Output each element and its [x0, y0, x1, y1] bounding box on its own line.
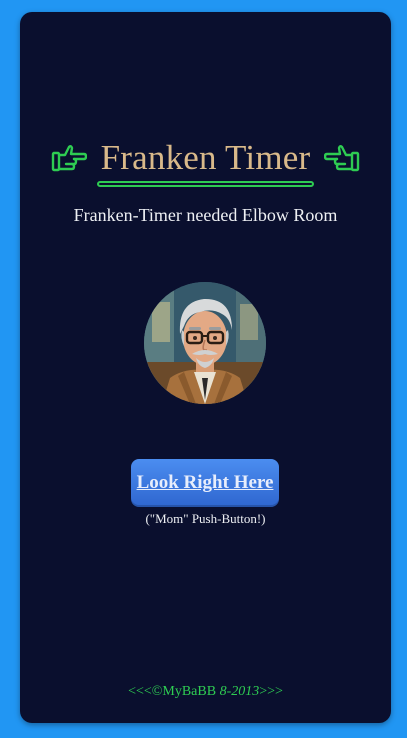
- portrait-illustration: [144, 282, 266, 404]
- pointing-right-hand-icon: [51, 145, 87, 172]
- footer-suffix: >>>: [259, 684, 283, 699]
- subtitle: Franken-Timer needed Elbow Room: [73, 205, 338, 225]
- look-right-here-button[interactable]: Look Right Here: [131, 459, 279, 507]
- page-title: Franken Timer: [100, 138, 311, 177]
- pointing-left-hand-icon: [324, 145, 360, 172]
- footer-prefix: <<<©MyBaBB: [128, 684, 220, 699]
- portrait-avatar: [144, 282, 266, 404]
- title-row: Franken Timer: [20, 130, 391, 186]
- main-card: Franken Timer Franken-Timer needed Elbow…: [20, 12, 391, 723]
- title-underline: [97, 181, 314, 187]
- footer-year: 8-2013: [219, 684, 260, 699]
- look-right-here-label: Look Right Here: [136, 472, 274, 493]
- button-caption: ("Mom" Push-Button!): [145, 511, 266, 526]
- copyright-footer: <<<©MyBaBB 8-2013>>>: [20, 684, 391, 700]
